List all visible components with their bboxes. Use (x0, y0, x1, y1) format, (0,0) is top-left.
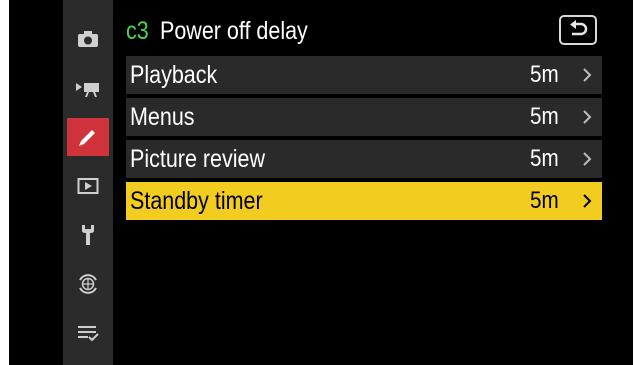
row-value: 5m (530, 145, 559, 172)
chevron-right-icon (583, 110, 592, 124)
chevron-right-icon (583, 68, 592, 82)
custom-setting-code: c3 (126, 17, 149, 45)
row-value: 5m (530, 103, 559, 130)
my-menu-checklist-icon (78, 326, 99, 342)
sidebar-item-playback[interactable] (67, 167, 109, 205)
sidebar-item-photo-shooting[interactable] (67, 20, 109, 58)
camera-screen: c3 Power off delay Playback 5m Menus 5m … (9, 0, 633, 365)
chevron-right-icon (583, 152, 592, 166)
menu-row-picture-review[interactable]: Picture review 5m (126, 140, 602, 178)
row-value: 5m (530, 61, 559, 88)
back-button[interactable] (559, 15, 597, 45)
row-label: Standby timer (130, 187, 263, 215)
row-label: Playback (130, 61, 218, 89)
return-arrow-icon (570, 20, 588, 36)
pencil-icon (79, 130, 95, 146)
sidebar-item-custom-settings[interactable] (67, 118, 109, 156)
menu-row-standby-timer[interactable]: Standby timer 5m (126, 182, 602, 220)
sidebar-item-network[interactable] (67, 265, 109, 303)
row-value: 5m (530, 187, 559, 214)
sidebar-item-my-menu[interactable] (67, 314, 109, 352)
menu-row-playback[interactable]: Playback 5m (126, 56, 602, 94)
network-globe-icon (79, 274, 97, 294)
page-title: Power off delay (160, 17, 308, 45)
menu-header: c3 Power off delay (126, 13, 602, 49)
menu-row-menus[interactable]: Menus 5m (126, 98, 602, 136)
movie-camera-icon (76, 83, 99, 97)
menu-sidebar (63, 0, 113, 365)
playback-icon (77, 178, 99, 194)
sidebar-item-video-recording[interactable] (67, 69, 109, 107)
row-label: Picture review (130, 145, 266, 173)
camera-icon (78, 31, 98, 47)
wrench-icon (82, 225, 94, 245)
row-label: Menus (130, 103, 195, 131)
chevron-right-icon (583, 194, 592, 208)
sidebar-item-setup[interactable] (67, 216, 109, 254)
